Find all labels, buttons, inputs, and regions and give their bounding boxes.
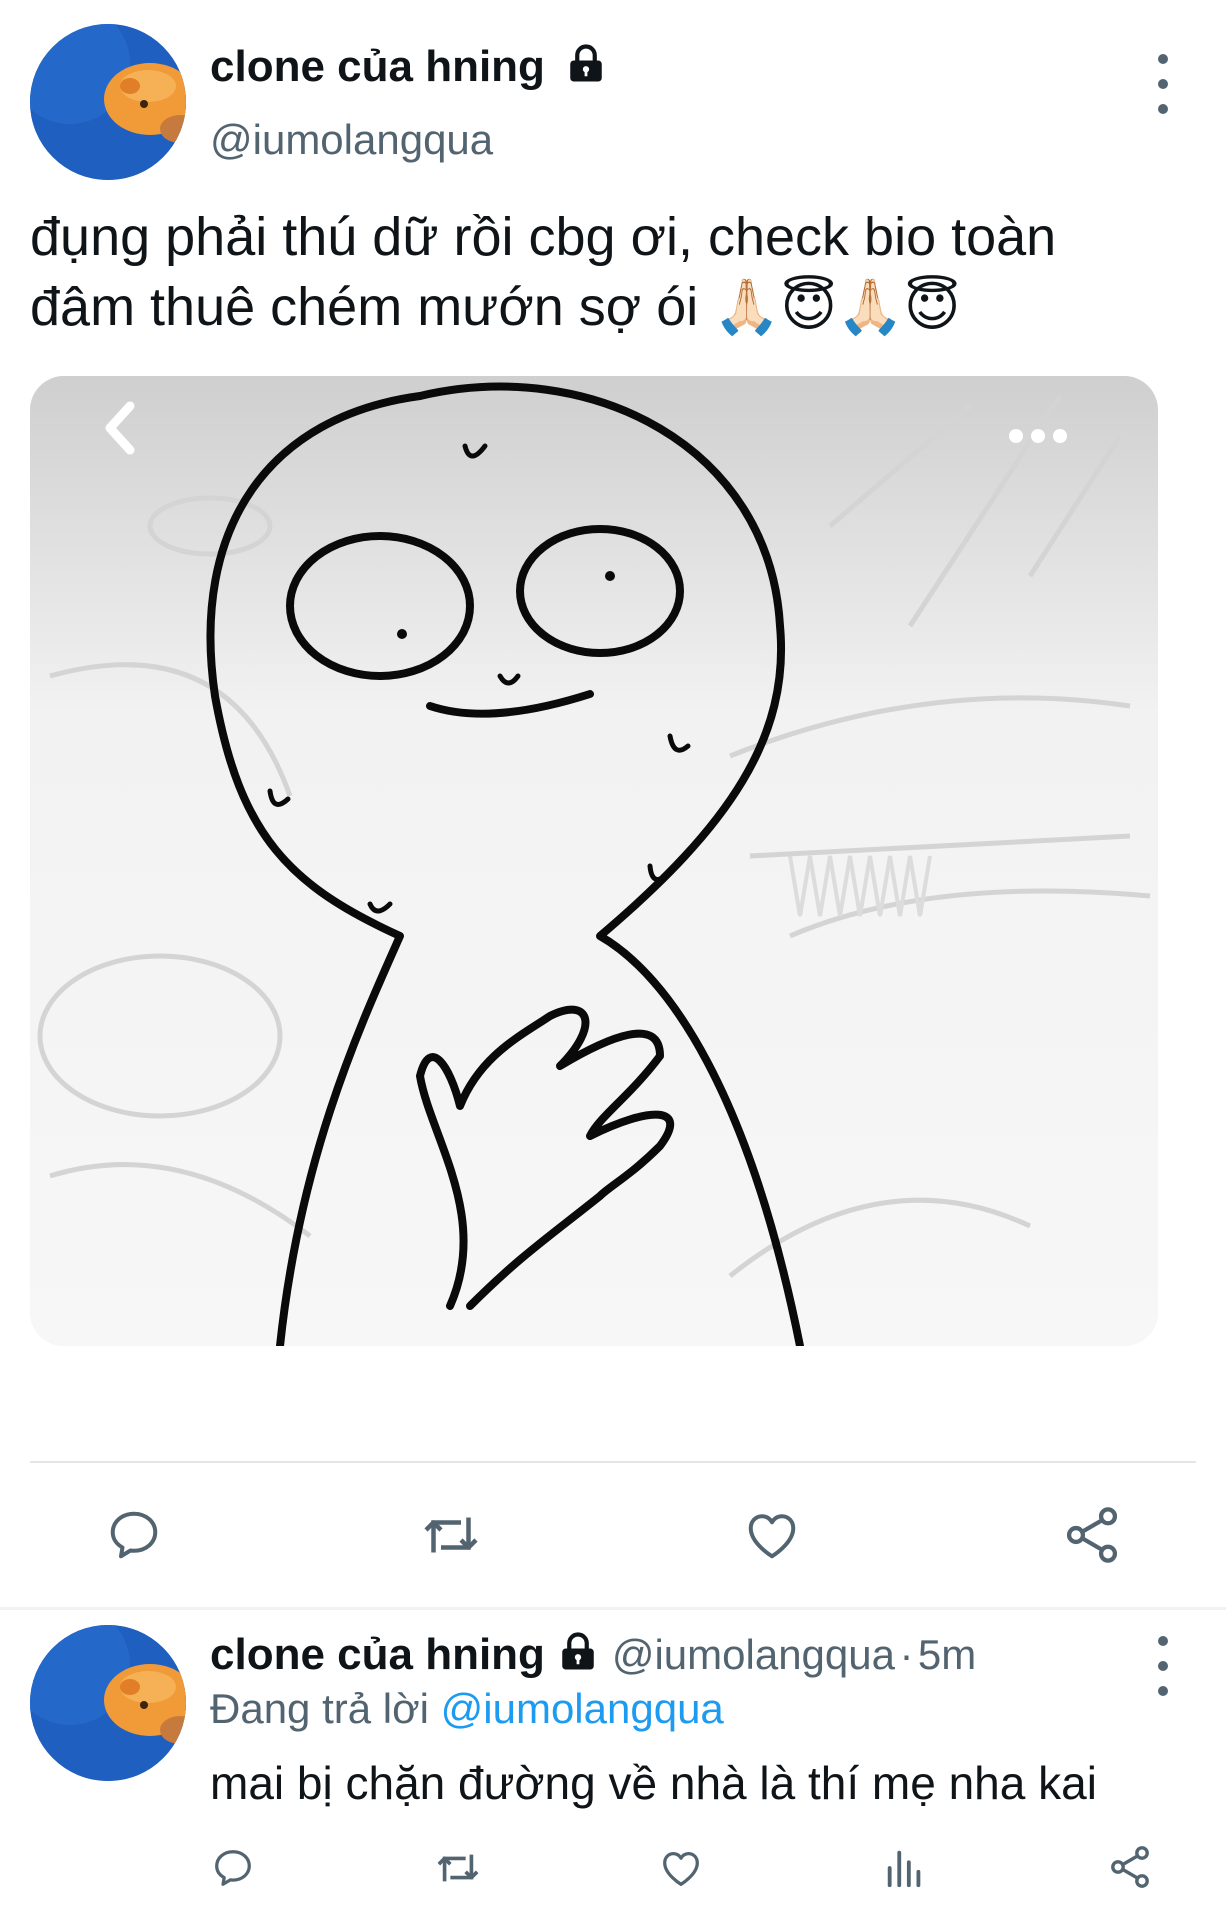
author-handle[interactable]: @iumolangqua (210, 116, 493, 164)
avatar-image (30, 24, 186, 180)
reply-more-options-icon[interactable] (1143, 1636, 1183, 1696)
tweet-separator (0, 1607, 1226, 1610)
reply-header: clone của hning @iumolangqua · 5m (210, 1630, 976, 1680)
like-icon[interactable] (742, 1505, 802, 1565)
reply-timestamp[interactable]: 5m (918, 1631, 976, 1678)
time-separator: · (899, 1631, 914, 1678)
actions-divider-top (30, 1461, 1196, 1463)
tweet-text: đụng phải thú dữ rồi cbg ơi, check bio t… (30, 202, 1210, 342)
analytics-icon[interactable] (882, 1845, 928, 1891)
reply-like-icon[interactable] (658, 1845, 704, 1891)
tweet-image[interactable] (30, 376, 1158, 1346)
avatar-image (30, 1625, 186, 1781)
reply-author-handle[interactable]: @iumolangqua (612, 1631, 895, 1678)
tweet-text-line: đâm thuê chém mướn sợ ói 🙏🏻😇🙏🏻😇 (30, 277, 961, 337)
replying-to-label: Đang trả lời (210, 1685, 429, 1732)
reply-share-icon[interactable] (1106, 1843, 1154, 1891)
share-icon[interactable] (1060, 1503, 1124, 1567)
reply-text: mai bị chặn đường về nhà là thí mẹ nha k… (210, 1757, 1097, 1809)
more-options-icon[interactable] (1143, 54, 1183, 114)
replying-to-line: Đang trả lời @iumolangqua (210, 1685, 724, 1733)
lock-icon (557, 1631, 599, 1673)
retweet-icon[interactable] (418, 1505, 484, 1565)
reply-icon[interactable] (104, 1505, 164, 1565)
meme-drawing (30, 376, 1158, 1346)
tweet-text-line: đụng phải thú dữ rồi cbg ơi, check bio t… (30, 207, 1057, 267)
author-name[interactable]: clone của hning (210, 42, 607, 92)
reply-retweet-icon[interactable] (432, 1845, 484, 1891)
reply-reply-icon[interactable] (210, 1845, 256, 1891)
author-name-text: clone của hning (210, 42, 545, 91)
replying-to-link[interactable]: @iumolangqua (441, 1685, 724, 1732)
author-avatar[interactable] (30, 24, 186, 180)
lock-icon (565, 43, 607, 85)
reply-author-avatar[interactable] (30, 1625, 186, 1781)
reply-author-name[interactable]: clone của hning (210, 1630, 545, 1679)
